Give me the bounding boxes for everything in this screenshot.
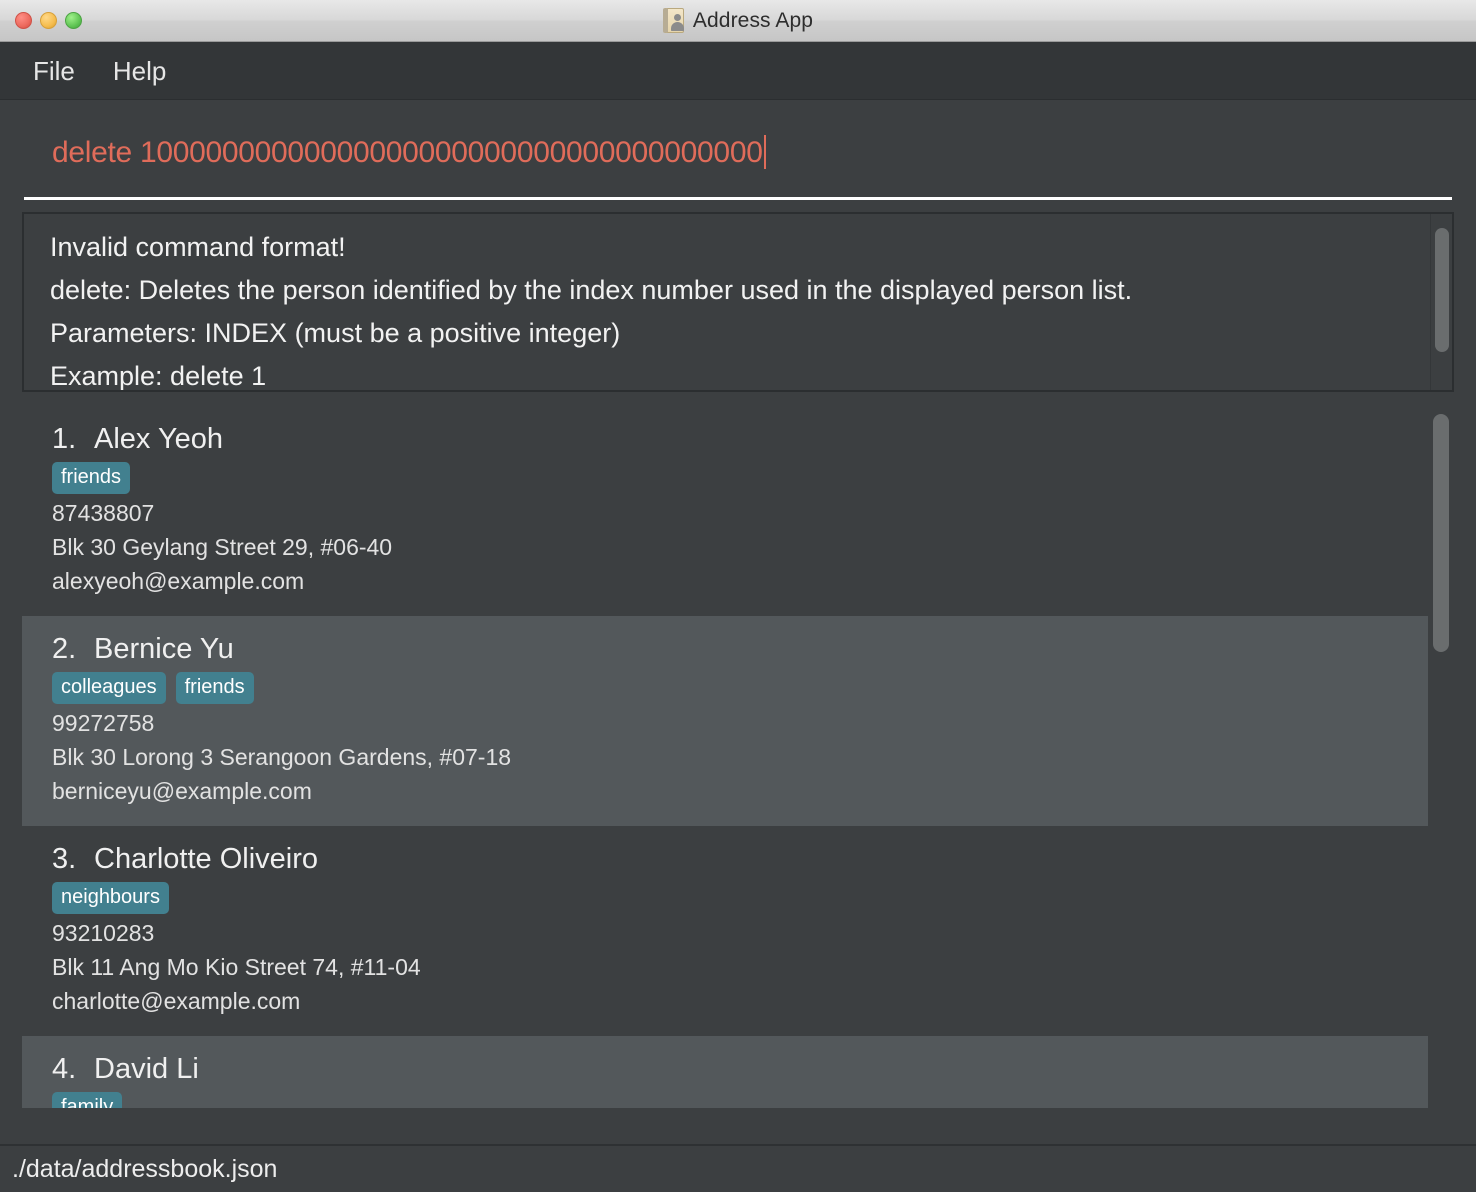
menu-item-help[interactable]: Help (113, 58, 166, 84)
tag-badge: neighbours (52, 882, 169, 914)
person-tags: friends (52, 462, 1428, 494)
window-title-group: Address App (0, 8, 1476, 33)
person-index: 1. (52, 423, 77, 455)
person-address: Blk 30 Lorong 3 Serangoon Gardens, #07-1… (52, 744, 512, 770)
person-list-item[interactable]: 1. Alex Yeoh friends 87438807 Blk 30 Gey… (22, 406, 1428, 616)
command-input-wrapper[interactable]: delete 100000000000000000000000000000000… (24, 130, 1452, 200)
person-name: Bernice Yu (94, 633, 234, 665)
menu-bar: File Help (0, 42, 1476, 100)
command-input[interactable]: delete 100000000000000000000000000000000… (24, 130, 1452, 176)
person-list-scrollport: 1. Alex Yeoh friends 87438807 Blk 30 Gey… (22, 406, 1428, 1108)
command-area: delete 100000000000000000000000000000000… (0, 100, 1476, 204)
person-tags: neighbours (52, 882, 1428, 914)
person-list-scrollbar[interactable] (1428, 406, 1454, 1108)
result-line: delete: Deletes the person identified by… (50, 275, 1133, 305)
result-line: Example: delete 1 (50, 361, 267, 391)
text-caret (763, 135, 766, 169)
save-location-path: ./data/addressbook.json (12, 1154, 278, 1183)
menu-item-file[interactable]: File (33, 58, 75, 84)
close-window-button[interactable] (15, 12, 32, 29)
person-header: 3. Charlotte Oliveiro (52, 840, 1428, 878)
result-display-panel: Invalid command format! delete: Deletes … (22, 212, 1454, 392)
command-input-value: delete 100000000000000000000000000000000… (52, 136, 763, 169)
person-list-item[interactable]: 3. Charlotte Oliveiro neighbours 9321028… (22, 826, 1428, 1036)
command-input-underline (24, 197, 1452, 200)
person-index: 4. (52, 1053, 77, 1085)
tag-badge: friends (52, 462, 131, 494)
person-index: 2. (52, 633, 77, 665)
result-scrollbar[interactable] (1430, 214, 1452, 390)
person-header: 1. Alex Yeoh (52, 420, 1428, 458)
result-line: Parameters: INDEX (must be a positive in… (50, 318, 621, 348)
person-index: 3. (52, 843, 77, 875)
maximize-window-button[interactable] (65, 12, 82, 29)
minimize-window-button[interactable] (40, 12, 57, 29)
tag-badge: colleagues (52, 672, 166, 704)
person-email: berniceyu@example.com (52, 778, 312, 804)
person-header: 4. David Li (52, 1050, 1428, 1088)
person-list-item[interactable]: 4. David Li family 91031282 Blk 436 Sera… (22, 1036, 1428, 1108)
person-tags: colleagues friends (52, 672, 1428, 704)
person-header: 2. Bernice Yu (52, 630, 1428, 668)
window-title: Address App (692, 8, 814, 32)
person-address: Blk 30 Geylang Street 29, #06-40 (52, 534, 393, 560)
status-bar: ./data/addressbook.json (0, 1144, 1476, 1192)
result-scrollbar-thumb[interactable] (1435, 228, 1449, 352)
person-name: David Li (94, 1053, 199, 1085)
person-list-panel: 1. Alex Yeoh friends 87438807 Blk 30 Gey… (22, 406, 1454, 1108)
person-phone: 87438807 (52, 500, 155, 526)
person-address: Blk 11 Ang Mo Kio Street 74, #11-04 (52, 954, 421, 980)
tag-badge: friends (175, 672, 254, 704)
result-line: Invalid command format! (50, 232, 346, 262)
person-phone: 99272758 (52, 710, 155, 736)
person-list-item[interactable]: 2. Bernice Yu colleagues friends 9927275… (22, 616, 1428, 826)
person-email: alexyeoh@example.com (52, 568, 305, 594)
person-name: Charlotte Oliveiro (94, 843, 319, 875)
window-titlebar: Address App (0, 0, 1476, 42)
person-email: charlotte@example.com (52, 988, 301, 1014)
tag-badge: family (52, 1092, 123, 1108)
address-book-icon (662, 8, 684, 33)
window-controls (0, 12, 82, 29)
person-tags: family (52, 1092, 1428, 1108)
person-name: Alex Yeoh (94, 423, 224, 455)
result-display-text: Invalid command format! delete: Deletes … (24, 214, 1452, 391)
person-list-scrollbar-thumb[interactable] (1433, 414, 1449, 652)
person-phone: 93210283 (52, 920, 155, 946)
